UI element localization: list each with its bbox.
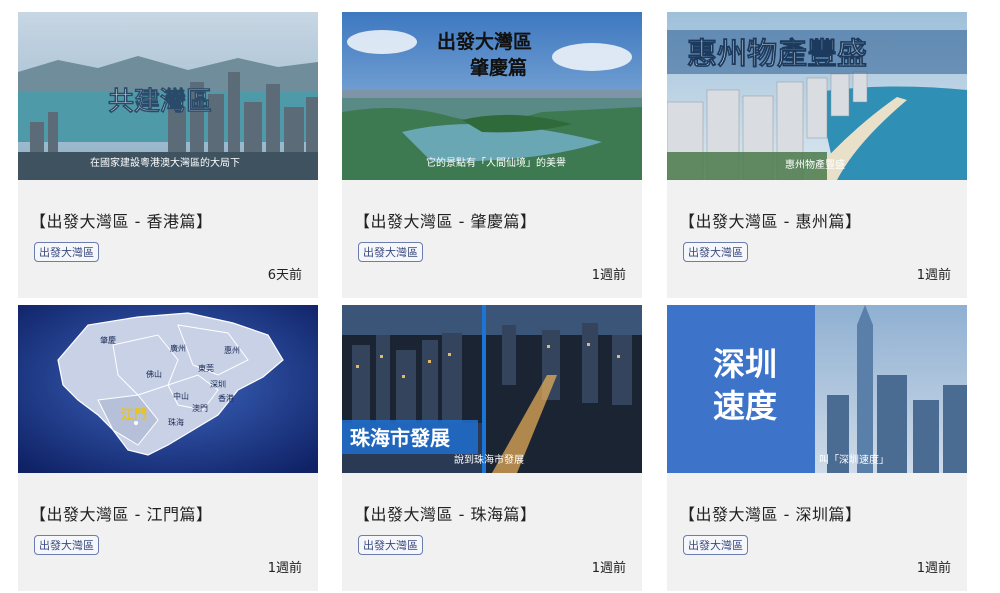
timestamp: 1週前 xyxy=(267,561,302,576)
timestamp: 1週前 xyxy=(591,561,626,576)
map-label-highlight: 江門 xyxy=(121,407,147,423)
thumb-subheadline: 速度 xyxy=(713,387,777,425)
map-label: 廣州 xyxy=(170,343,186,353)
map-label: 肇慶 xyxy=(100,335,116,345)
video-thumbnail[interactable]: 惠州物產豐盛 惠州物產豐盛 xyxy=(667,12,967,180)
video-thumbnail[interactable]: 珠海市發展 說到珠海市發展 xyxy=(342,305,642,473)
category-tag[interactable]: 出發大灣區 xyxy=(34,535,99,555)
thumb-headline: 共建灣區 xyxy=(108,87,212,117)
thumb-headline: 惠州物產豐盛 xyxy=(687,37,867,72)
timestamp: 1週前 xyxy=(591,268,626,283)
timestamp: 1週前 xyxy=(916,561,951,576)
map-label: 惠州 xyxy=(224,345,240,355)
timestamp: 6天前 xyxy=(267,268,302,283)
timestamp: 1週前 xyxy=(916,268,951,283)
thumb-subheadline: 肇慶篇 xyxy=(470,56,527,79)
video-card-hongkong[interactable]: 共建灣區 在國家建設粵港澳大灣區的大局下 【出發大灣區 - 香港篇】 出發大灣區… xyxy=(18,12,318,298)
video-title[interactable]: 【出發大灣區 - 珠海篇】 xyxy=(354,501,536,525)
thumb-caption: 說到珠海市發展 xyxy=(454,453,524,466)
map-label: 中山 xyxy=(173,391,189,401)
map-label: 澳門 xyxy=(192,403,208,413)
video-title[interactable]: 【出發大灣區 - 肇慶篇】 xyxy=(354,208,536,232)
category-tag[interactable]: 出發大灣區 xyxy=(683,535,748,555)
thumb-caption: 惠州物產豐盛 xyxy=(785,158,845,171)
video-grid: 共建灣區 在國家建設粵港澳大灣區的大局下 【出發大灣區 - 香港篇】 出發大灣區… xyxy=(0,0,1000,593)
category-tag[interactable]: 出發大灣區 xyxy=(34,242,99,262)
video-thumbnail[interactable]: 出發大灣區 肇慶篇 它的景點有「人間仙境」的美譽 xyxy=(342,12,642,180)
video-title[interactable]: 【出發大灣區 - 江門篇】 xyxy=(30,501,212,525)
video-card-zhuhai[interactable]: 珠海市發展 說到珠海市發展 【出發大灣區 - 珠海篇】 出發大灣區 1週前 xyxy=(342,305,642,591)
thumb-caption: 它的景點有「人間仙境」的美譽 xyxy=(426,156,566,169)
video-title[interactable]: 【出發大灣區 - 惠州篇】 xyxy=(679,208,861,232)
video-card-jiangmen[interactable]: 肇慶 廣州 惠州 佛山 東莞 深圳 中山 澳門 香港 江門 珠海 【出發大灣區 … xyxy=(18,305,318,591)
category-tag[interactable]: 出發大灣區 xyxy=(358,535,423,555)
category-tag[interactable]: 出發大灣區 xyxy=(358,242,423,262)
video-title[interactable]: 【出發大灣區 - 香港篇】 xyxy=(30,208,212,232)
thumb-headline: 深圳 xyxy=(713,345,777,383)
video-thumbnail[interactable]: 肇慶 廣州 惠州 佛山 東莞 深圳 中山 澳門 香港 江門 珠海 xyxy=(18,305,318,473)
map-label: 深圳 xyxy=(210,379,226,389)
video-card-zhaoqing[interactable]: 出發大灣區 肇慶篇 它的景點有「人間仙境」的美譽 【出發大灣區 - 肇慶篇】 出… xyxy=(342,12,642,298)
thumb-caption: 叫「深圳速度」 xyxy=(819,453,889,466)
video-thumbnail[interactable]: 深圳 速度 叫「深圳速度」 xyxy=(667,305,967,473)
thumb-caption: 在國家建設粵港澳大灣區的大局下 xyxy=(90,156,240,169)
map-label: 香港 xyxy=(218,393,234,403)
thumb-headline: 珠海市發展 xyxy=(350,426,450,450)
map-label: 珠海 xyxy=(168,417,184,427)
thumb-headline: 出發大灣區 xyxy=(437,30,532,53)
map-label: 東莞 xyxy=(198,363,214,373)
video-title[interactable]: 【出發大灣區 - 深圳篇】 xyxy=(679,501,861,525)
video-thumbnail[interactable]: 共建灣區 在國家建設粵港澳大灣區的大局下 xyxy=(18,12,318,180)
map-label: 佛山 xyxy=(146,369,162,379)
video-card-huizhou[interactable]: 惠州物產豐盛 惠州物產豐盛 【出發大灣區 - 惠州篇】 出發大灣區 1週前 xyxy=(667,12,967,298)
video-card-shenzhen[interactable]: 深圳 速度 叫「深圳速度」 【出發大灣區 - 深圳篇】 出發大灣區 1週前 xyxy=(667,305,967,591)
category-tag[interactable]: 出發大灣區 xyxy=(683,242,748,262)
